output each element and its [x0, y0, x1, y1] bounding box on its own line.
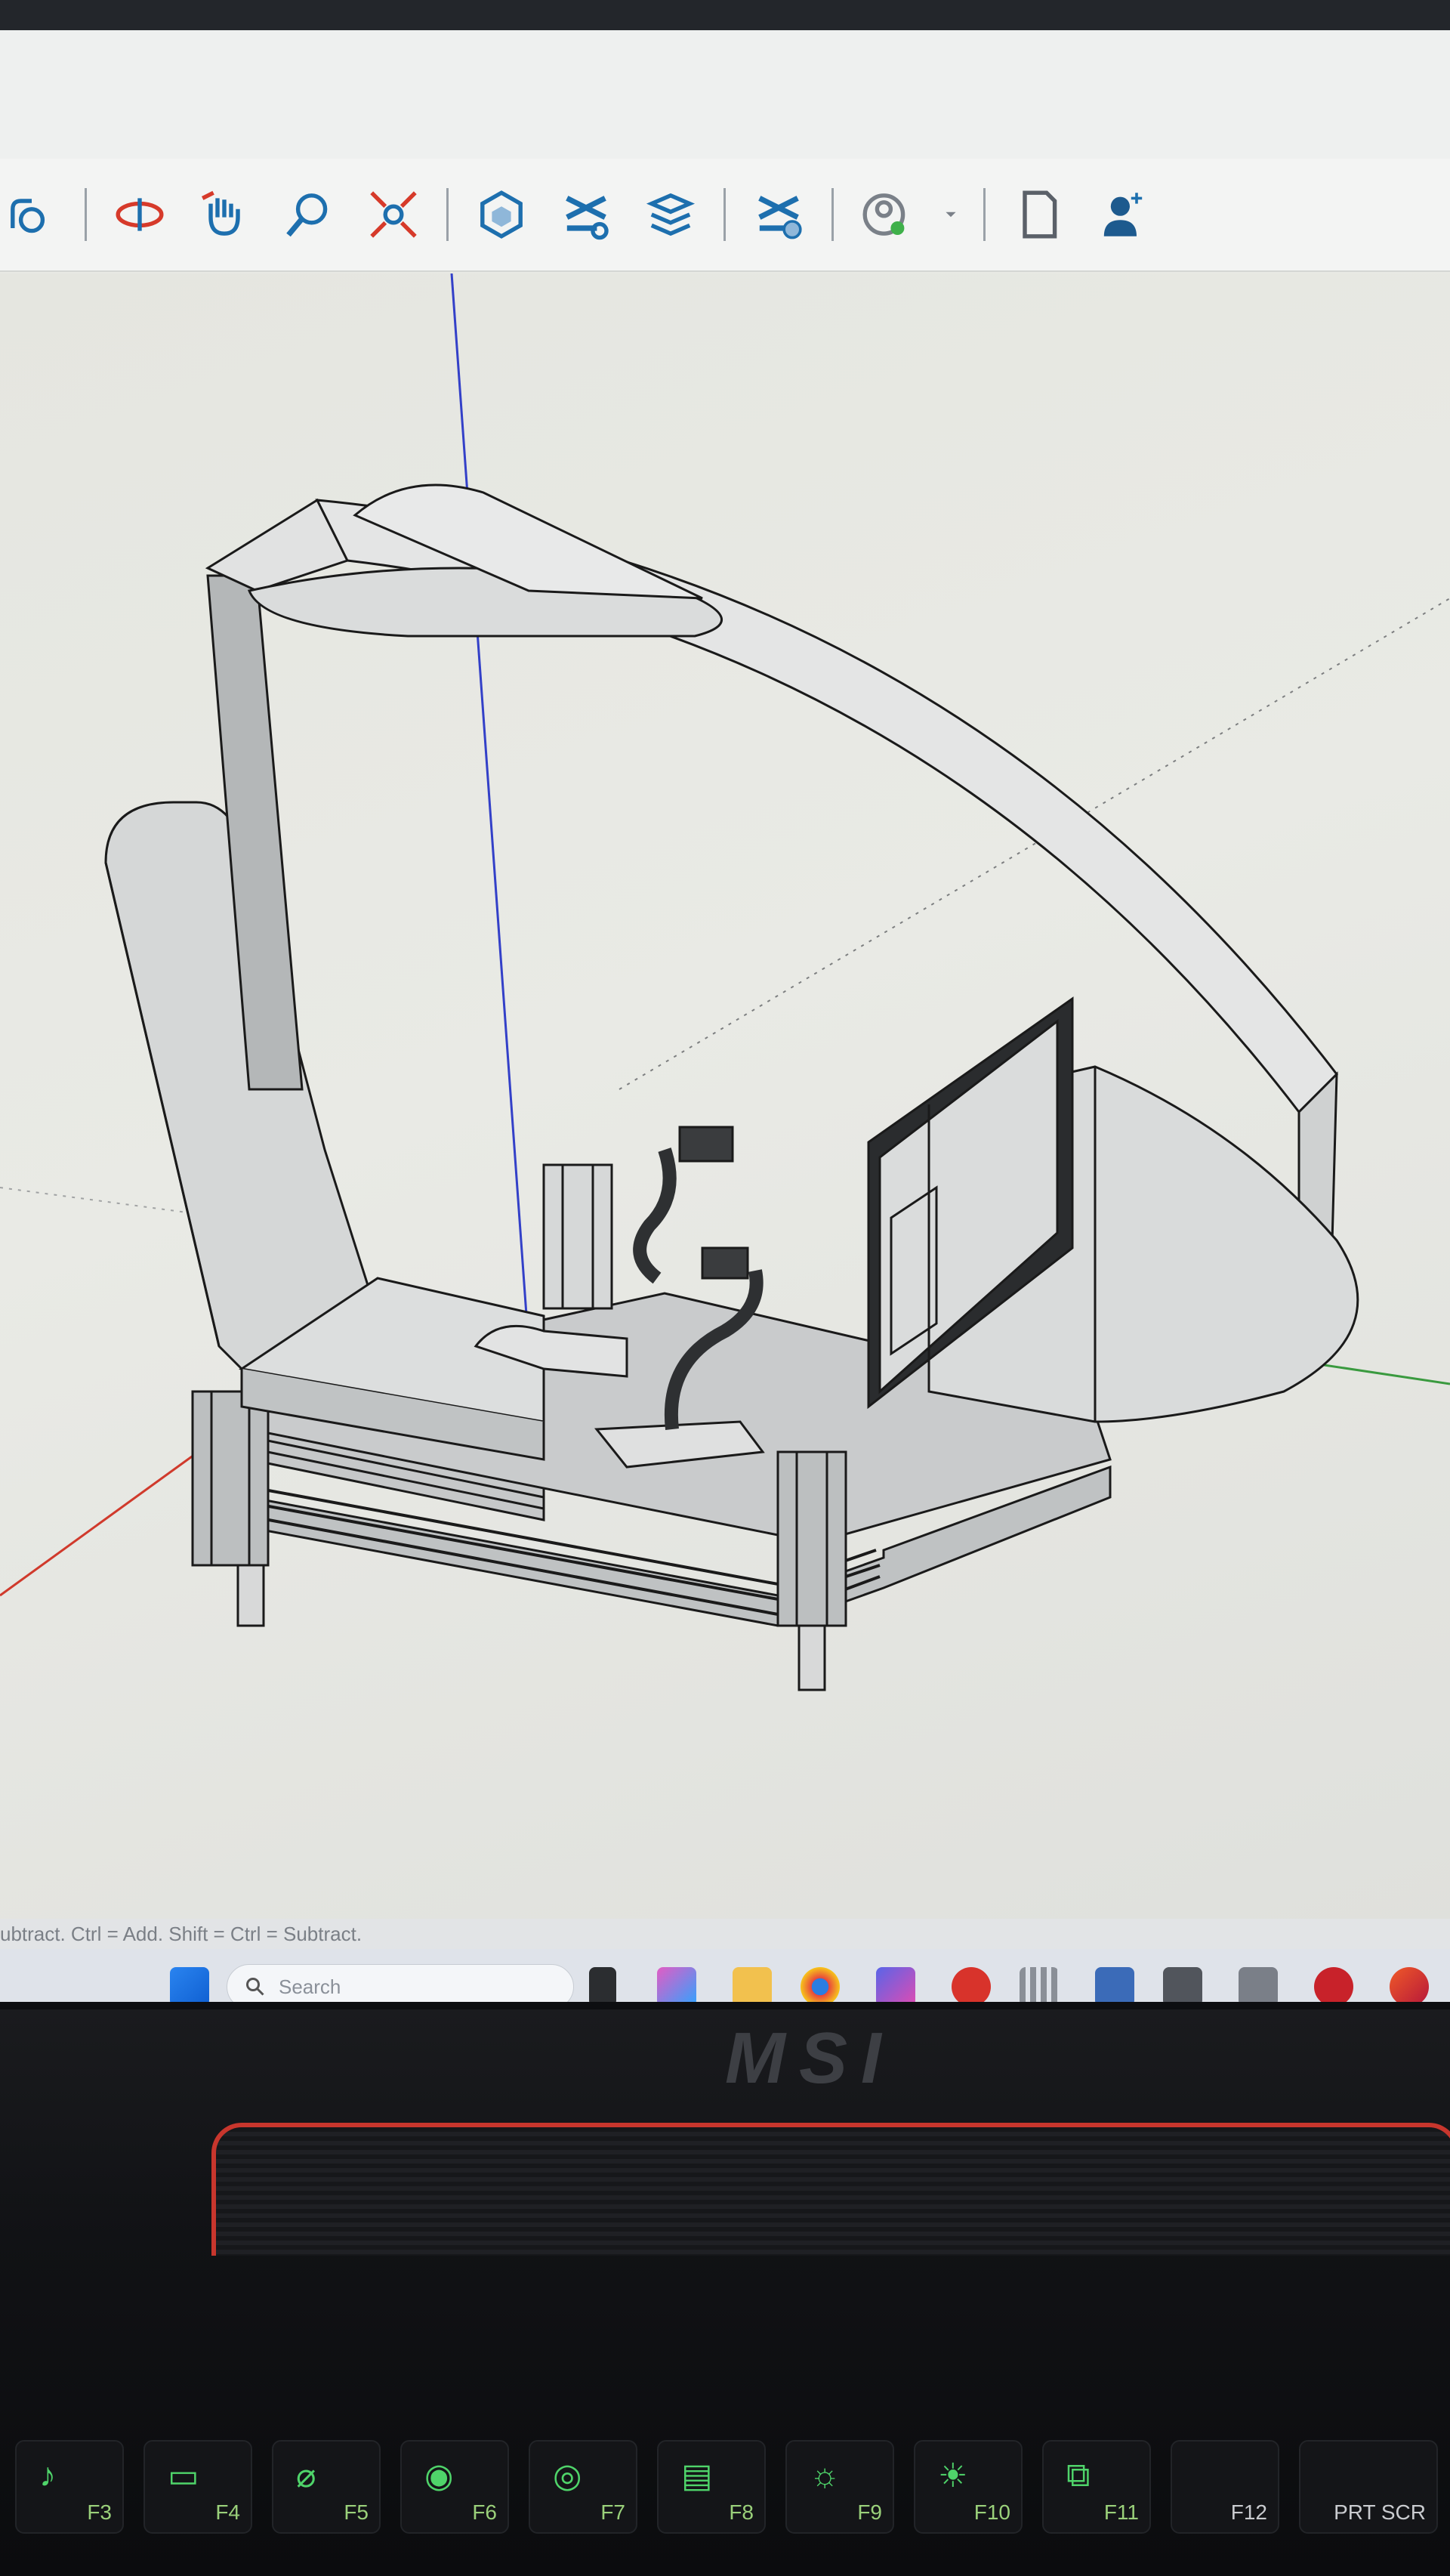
brightness-down-icon: ☼ — [810, 2457, 841, 2494]
touchpad-off-icon: ▭ — [168, 2457, 199, 2494]
speaker-grille — [211, 2123, 1450, 2256]
app-flame-icon[interactable] — [1390, 1967, 1429, 2002]
key-f12[interactable]: F12 — [1171, 2440, 1279, 2534]
new-file-button[interactable] — [1007, 183, 1070, 246]
photos-icon[interactable] — [876, 1967, 915, 2002]
screen: ubtract. Ctrl = Add. Shift = Ctrl = Subt… — [0, 30, 1450, 2002]
toolbar — [0, 159, 1450, 272]
brightness-up-icon: ☀ — [938, 2457, 968, 2494]
orbit-icon — [116, 198, 164, 231]
dotted-guide — [619, 598, 1450, 1090]
key-f6[interactable]: ◉ F6 — [400, 2440, 509, 2534]
component-icon — [480, 190, 523, 239]
keyboard-light-icon: ▤ — [681, 2457, 713, 2494]
folder-icon[interactable] — [733, 1967, 772, 2002]
key-f7[interactable]: ◎ F7 — [529, 2440, 637, 2534]
intersect-icon — [566, 196, 609, 240]
app-grid-icon[interactable] — [1020, 1967, 1059, 2002]
orbit-button[interactable] — [108, 183, 171, 246]
account-button[interactable] — [855, 183, 918, 246]
search-placeholder: Search — [279, 1975, 341, 1998]
key-f10[interactable]: ☀ F10 — [914, 2440, 1023, 2534]
calculator-icon[interactable] — [1163, 1967, 1202, 2002]
key-f4[interactable]: ▭ F4 — [143, 2440, 252, 2534]
red-axis — [0, 1435, 220, 1597]
model-canvas — [0, 273, 1450, 1691]
copilot-icon[interactable] — [657, 1967, 696, 2002]
key-f8[interactable]: ▤ F8 — [657, 2440, 766, 2534]
toolbar-separator — [723, 188, 726, 241]
toolbar-separator — [831, 188, 834, 241]
speaker-icon: ♪ — [39, 2457, 56, 2494]
zoom-icon — [286, 193, 328, 237]
status-text: ubtract. Ctrl = Add. Shift = Ctrl = Subt… — [0, 1923, 362, 1945]
monitor-app-icon[interactable] — [1239, 1967, 1278, 2002]
app-red-icon[interactable] — [952, 1967, 991, 2002]
account-dropdown[interactable] — [939, 183, 962, 246]
key-f9[interactable]: ☼ F9 — [785, 2440, 894, 2534]
zoom-button[interactable] — [277, 183, 341, 246]
pan-icon — [11, 199, 45, 233]
menu-strip — [0, 30, 1450, 159]
windows-start-icon[interactable] — [170, 1967, 209, 2002]
pan-hand-button[interactable] — [193, 183, 256, 246]
key-f11[interactable]: ⧉ F11 — [1042, 2440, 1151, 2534]
zoom-extents-icon — [370, 191, 417, 238]
mic-mute-icon: ⌀ — [296, 2457, 316, 2494]
chrome-icon[interactable] — [801, 1967, 840, 2002]
pan-button[interactable] — [0, 183, 63, 246]
intersect-button[interactable] — [554, 183, 618, 246]
search-icon — [246, 1978, 264, 1996]
task-manager-icon[interactable] — [1095, 1967, 1134, 2002]
component-button[interactable] — [470, 183, 533, 246]
key-f5[interactable]: ⌀ F5 — [272, 2440, 381, 2534]
status-bar: ubtract. Ctrl = Add. Shift = Ctrl = Subt… — [0, 1919, 1450, 1949]
laptop-brand-logo: MSI — [725, 2018, 895, 2099]
3d-viewport[interactable] — [0, 273, 1450, 1941]
webcam-icon: ◉ — [424, 2457, 454, 2494]
taskbar-search[interactable]: Search — [227, 1964, 574, 2002]
app-red-circle-icon[interactable] — [1314, 1967, 1353, 2002]
mode-icon: ◎ — [553, 2457, 582, 2494]
new-file-icon — [1023, 190, 1057, 239]
key-prtscr[interactable]: PRT SCR — [1299, 2440, 1438, 2534]
seat — [104, 801, 628, 1461]
account-icon — [862, 193, 905, 236]
add-user-button[interactable] — [1091, 183, 1155, 246]
solid-tools-button[interactable] — [747, 183, 810, 246]
display-switch-icon: ⧉ — [1066, 2457, 1091, 2494]
add-user-icon — [1103, 193, 1143, 236]
layers-button[interactable] — [639, 183, 702, 246]
toolbar-separator — [446, 188, 449, 241]
toolbar-separator — [983, 188, 986, 241]
pan-hand-icon — [201, 190, 240, 236]
layers-icon — [646, 193, 696, 236]
toolbar-separator — [85, 188, 87, 241]
solid-tools-icon — [758, 196, 802, 239]
file-explorer-icon[interactable] — [589, 1967, 616, 2002]
taskbar: Search — [0, 1949, 1450, 2002]
chevron-down-icon — [946, 212, 956, 218]
blue-axis — [450, 273, 530, 1347]
zoom-extents-button[interactable] — [362, 183, 425, 246]
key-f3[interactable]: ♪ F3 — [15, 2440, 124, 2534]
